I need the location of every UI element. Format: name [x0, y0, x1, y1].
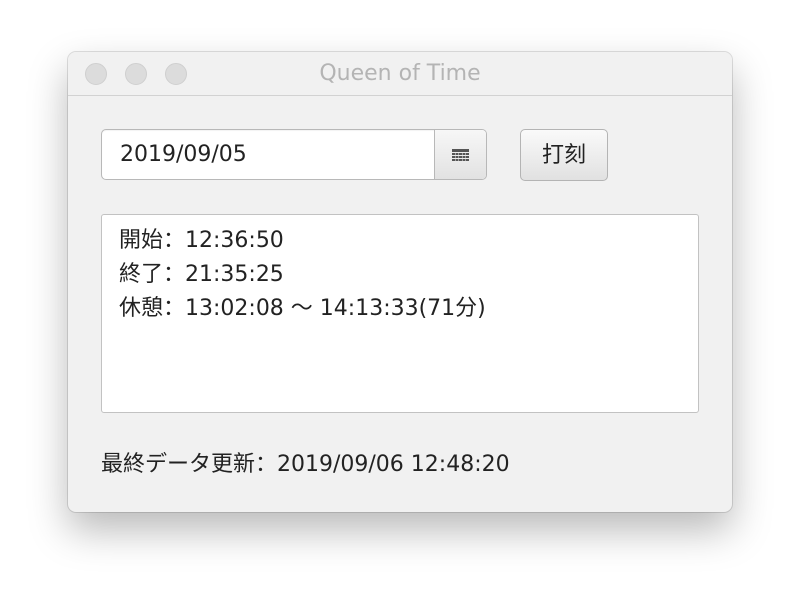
calendar-button[interactable]: [434, 130, 486, 179]
time-log-textarea[interactable]: 開始：12:36:50 終了：21:35:25 休憩：13:02:08 〜 14…: [101, 214, 699, 413]
log-line-start: 開始：12:36:50: [119, 228, 284, 253]
log-line-end: 終了：21:35:25: [119, 262, 284, 287]
calendar-icon: [452, 149, 469, 161]
log-line-break: 休憩：13:02:08 〜 14:13:33(71分): [119, 296, 486, 321]
date-picker[interactable]: [101, 129, 487, 180]
date-input[interactable]: [103, 131, 433, 178]
window-title: Queen of Time: [319, 61, 481, 86]
title-bar[interactable]: Queen of Time: [68, 52, 732, 96]
app-window: Queen of Time 2019/09/05 打刻 開始：12:36:50 …: [68, 52, 732, 512]
stamp-button[interactable]: 打刻: [520, 129, 608, 181]
last-update-status: 最終データ更新：2019/09/06 12:48:20: [101, 452, 510, 477]
